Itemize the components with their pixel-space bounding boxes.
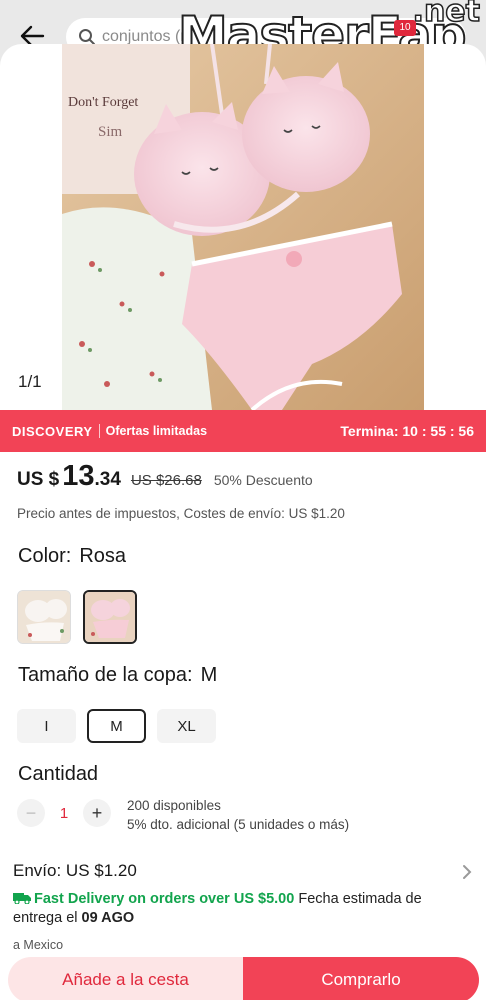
add-to-cart-button[interactable]: Añade a la cesta bbox=[8, 957, 243, 1000]
quantity-value[interactable]: 1 bbox=[45, 805, 83, 822]
original-price: US $26.68 bbox=[130, 472, 202, 489]
buy-now-button[interactable]: Comprarlo bbox=[243, 957, 479, 1000]
tax-shipping-note: Precio antes de impuestos, Costes de env… bbox=[17, 506, 345, 521]
cup-size-label: Tamaño de la copa: bbox=[18, 664, 193, 686]
cup-size-heading: Tamaño de la copa: M bbox=[18, 664, 217, 687]
discount-label: 50% Descuento bbox=[213, 472, 313, 488]
price-currency: US $ bbox=[17, 469, 60, 490]
card-text-1: Don't Forget bbox=[68, 95, 138, 110]
quantity-label: Cantidad bbox=[18, 763, 99, 785]
bottom-action-bar: Añade a la cesta Comprarlo bbox=[0, 950, 486, 1000]
cup-size-options: I M XL bbox=[17, 709, 216, 743]
chevron-right-icon[interactable] bbox=[459, 862, 475, 882]
bulk-discount-note: 5% dto. adicional (5 unidades o más) bbox=[127, 817, 350, 832]
product-image[interactable]: Don't Forget Sim bbox=[62, 44, 424, 410]
size-option-xl[interactable]: XL bbox=[157, 709, 216, 743]
discovery-banner[interactable]: DISCOVERY Ofertas limitadas Termina: 10 … bbox=[0, 410, 486, 452]
price-decimal: .34 bbox=[94, 469, 121, 490]
product-gallery[interactable]: Don't Forget Sim 1/1 bbox=[0, 44, 486, 410]
fast-delivery-label: Fast Delivery on orders over US $5.00 bbox=[34, 891, 295, 907]
color-label: Color: bbox=[18, 545, 72, 567]
price-integer: 13 bbox=[62, 460, 95, 492]
more-icon[interactable] bbox=[448, 58, 474, 86]
decrease-button[interactable]: − bbox=[17, 799, 45, 827]
shipping-info: Fast Delivery on orders over US $5.00 Fe… bbox=[13, 890, 425, 928]
color-swatch-rosa[interactable] bbox=[83, 590, 137, 644]
discovery-brand: DISCOVERY bbox=[12, 423, 93, 439]
color-swatch-1[interactable] bbox=[17, 590, 71, 644]
offer-label: Ofertas limitadas bbox=[105, 424, 208, 438]
color-value: Rosa bbox=[79, 545, 127, 567]
cup-size-value: M bbox=[200, 664, 218, 686]
size-option-m[interactable]: M bbox=[87, 709, 146, 743]
countdown-timer: Termina: 10 : 55 : 56 bbox=[340, 423, 474, 439]
size-option-i[interactable]: I bbox=[17, 709, 76, 743]
card-text-2: Sim bbox=[98, 124, 123, 140]
stock-info: 200 disponibles 5% dto. adicional (5 uni… bbox=[127, 796, 349, 834]
color-heading: Color: Rosa bbox=[18, 545, 126, 568]
price-row: US $ 13 .34 US $26.68 50% Descuento bbox=[17, 460, 313, 502]
stock-available: 200 disponibles bbox=[127, 798, 221, 813]
image-pager: 1/1 bbox=[18, 372, 42, 391]
delivery-date: 09 AGO bbox=[81, 910, 135, 926]
shipping-title[interactable]: Envío: US $1.20 bbox=[13, 861, 137, 881]
quantity-stepper: − 1 + bbox=[17, 798, 117, 828]
truck-icon bbox=[13, 893, 31, 904]
increase-button[interactable]: + bbox=[83, 799, 111, 827]
banner-divider bbox=[98, 424, 100, 438]
